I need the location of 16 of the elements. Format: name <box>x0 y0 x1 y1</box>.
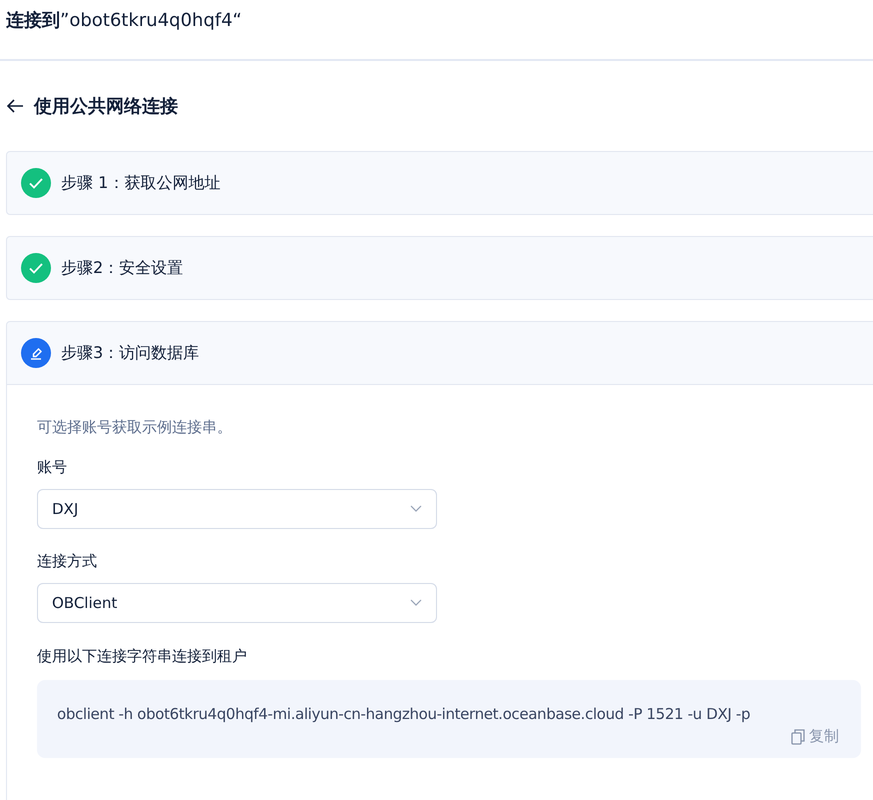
back-arrow-icon[interactable] <box>6 98 24 114</box>
field-label: 连接方式 <box>37 552 97 571</box>
chevron-down-icon <box>410 505 422 513</box>
field-label: 使用以下连接字符串连接到租户 <box>37 647 247 666</box>
step-title[interactable]: 步骤3：访问数据库 <box>61 342 200 364</box>
copy-icon <box>791 728 805 744</box>
section-title: 使用公共网络连接 <box>34 95 178 118</box>
hint-text: 可选择账号获取示例连接串。 <box>37 418 232 437</box>
select-field[interactable]: DXJ <box>37 489 437 529</box>
field-label: 账号 <box>37 458 67 477</box>
step-title[interactable]: 步骤 1：获取公网地址 <box>61 172 220 194</box>
command-text: obclient -h obot6tkru4q0hqf4-mi.aliyun-cn-hangzhou-internet.oceanbase.cloud -P 1521 -u DXJ -p <box>57 705 750 723</box>
chevron-down-icon <box>410 599 422 607</box>
page-title: 连接到”obot6tkru4q0hqf4“ <box>6 9 243 32</box>
select-field[interactable]: OBClient <box>37 583 437 623</box>
step-title[interactable]: 步骤2：安全设置 <box>61 258 184 278</box>
